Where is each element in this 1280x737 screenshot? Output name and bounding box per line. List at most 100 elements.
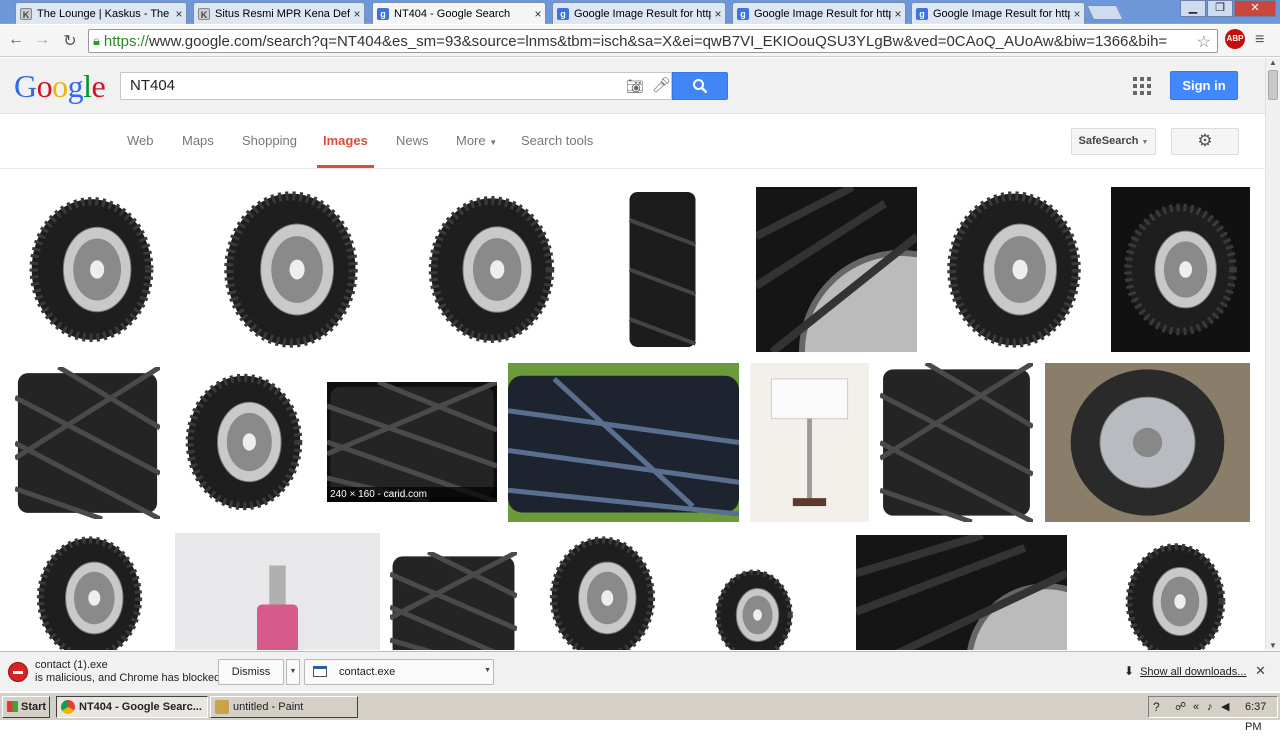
bookmark-star-icon[interactable]: ☆ [1197,32,1211,52]
tab-shopping[interactable]: Shopping [242,133,297,148]
volume-icon[interactable]: ♪ [1207,697,1213,717]
tab-more[interactable]: More ▼ [456,133,497,148]
reload-icon[interactable]: ↻ [59,31,81,51]
image-result-thumbnail[interactable] [15,187,168,352]
image-result-thumbnail[interactable] [172,363,316,521]
browser-tab-bar: K The Lounge | Kaskus - The L × K Situs Res… [0,0,1280,24]
tab-search-tools[interactable]: Search tools [521,133,593,148]
chevron-down-icon[interactable]: ▼ [484,667,491,674]
paint-icon [215,700,229,714]
google-icon: g [737,7,749,20]
image-result-thumbnail[interactable] [508,363,739,522]
dismiss-button[interactable]: Dismiss [218,659,284,685]
clock: 6:37 PM [1245,701,1267,733]
system-tray: ? ☍ « ♪ ◀ 6:37 PM [1148,696,1278,733]
image-result-thumbnail[interactable] [580,187,745,352]
camera-icon[interactable]: 📷︎ [626,78,644,95]
kaskus-icon: K [198,7,210,20]
image-result-thumbnail[interactable] [528,533,677,650]
window-file-icon [313,666,327,677]
apps-grid-icon[interactable] [1133,77,1151,95]
search-button[interactable] [672,72,728,100]
image-results-grid: 240 × 160 - carid.com [0,170,1265,650]
google-icon: g [916,7,928,20]
close-tab-icon[interactable]: × [711,7,725,21]
taskbar-item-paint[interactable]: untitled - Paint [210,696,358,718]
address-bar[interactable]: 🔒︎ https:// www.google.com/search?q=NT40… [88,29,1218,53]
browser-tab[interactable]: K The Lounge | Kaskus - The L × [15,2,187,24]
scrollbar-thumb[interactable] [1268,70,1278,100]
back-icon[interactable]: ← [5,31,27,49]
microphone-icon[interactable]: 🎤︎ [652,76,671,94]
google-logo[interactable]: Google [14,68,106,105]
show-all-downloads-link[interactable]: ⬇ Show all downloads... [1124,664,1246,678]
browser-tab[interactable]: g Google Image Result for http × [732,2,906,24]
scroll-down-icon[interactable]: ▼ [1269,641,1277,650]
image-result-thumbnail[interactable] [688,567,820,650]
image-result-thumbnail[interactable] [750,363,869,522]
chrome-menu-icon[interactable]: ≡ [1255,31,1264,49]
browser-tab[interactable]: g Google Image Result for http × [911,2,1085,24]
kaskus-icon: K [20,7,32,20]
close-download-bar-icon[interactable]: ✕ [1255,663,1266,679]
browser-tab-active[interactable]: g NT404 - Google Search × [372,2,546,24]
image-result-thumbnail[interactable] [1101,540,1250,650]
close-tab-icon[interactable]: × [1070,7,1084,21]
google-header: Google NT404 📷︎ 🎤︎ Sign in [0,58,1265,114]
search-icon [693,78,708,94]
minimize-icon[interactable]: ▁ [1180,0,1206,17]
image-result-thumbnail[interactable] [928,187,1100,352]
forward-icon[interactable]: → [31,31,53,49]
vertical-scrollbar[interactable]: ▲ ▼ [1265,58,1280,650]
image-result-thumbnail[interactable] [414,187,569,352]
image-caption: 240 × 160 - carid.com [327,487,497,502]
image-result-thumbnail[interactable] [15,367,160,519]
tab-maps[interactable]: Maps [182,133,214,148]
dismiss-menu-chevron-down-icon[interactable]: ▼ [286,659,300,685]
close-tab-icon[interactable]: × [172,7,186,21]
image-result-thumbnail[interactable] [756,187,917,352]
close-window-icon[interactable]: ✕ [1234,0,1276,17]
tab-images[interactable]: Images [317,133,374,168]
close-tab-icon[interactable]: × [350,7,364,21]
image-result-thumbnail[interactable] [1045,363,1250,522]
image-result-thumbnail[interactable] [390,552,517,650]
browser-tab[interactable]: g Google Image Result for http × [552,2,726,24]
image-result-thumbnail[interactable] [179,187,403,352]
search-input[interactable]: NT404 [120,72,672,100]
settings-gear-icon[interactable]: ⚙ [1171,128,1239,155]
safesearch-dropdown[interactable]: SafeSearch ▼ [1071,128,1156,155]
browser-toolbar: ← → ↻ 🔒︎ https:// www.google.com/search?… [0,25,1280,57]
image-result-thumbnail[interactable] [175,533,380,650]
google-icon: g [377,7,389,20]
window-controls: ▁ ❐ ✕ [1179,0,1276,18]
download-item[interactable]: contact.exe ▼ [304,659,494,685]
close-tab-icon[interactable]: × [531,7,545,21]
windows-taskbar: Start NT404 - Google Searc... untitled -… [0,692,1280,733]
browser-tab[interactable]: K Situs Resmi MPR Kena Defac × [193,2,365,24]
image-result-thumbnail[interactable] [880,363,1033,522]
image-result-thumbnail[interactable]: 240 × 160 - carid.com [327,382,497,502]
tab-web[interactable]: Web [127,133,154,148]
tab-news[interactable]: News [396,133,429,148]
lock-icon: 🔒︎ [93,33,100,48]
adblock-plus-icon[interactable]: ABP [1225,29,1245,49]
speaker-icon[interactable]: ◀ [1221,697,1229,717]
scroll-up-icon[interactable]: ▲ [1269,58,1277,67]
close-tab-icon[interactable]: × [891,7,905,21]
sign-in-button[interactable]: Sign in [1170,71,1238,100]
expand-tray-icon[interactable]: « [1193,697,1199,717]
network-icon[interactable]: ☍ [1175,697,1186,717]
start-button[interactable]: Start [2,696,50,718]
image-result-thumbnail[interactable] [1111,187,1250,352]
image-result-thumbnail[interactable] [15,533,164,650]
restore-icon[interactable]: ❐ [1207,0,1233,17]
caret-down-icon: ▼ [1141,139,1149,146]
taskbar-item-chrome[interactable]: NT404 - Google Searc... [56,696,208,718]
new-tab-button[interactable] [1086,5,1124,20]
download-arrow-icon: ⬇ [1124,664,1135,678]
chrome-icon [61,700,75,714]
blocked-warning-icon [8,662,28,682]
help-icon[interactable]: ? [1153,697,1160,717]
image-result-thumbnail[interactable] [856,535,1067,650]
